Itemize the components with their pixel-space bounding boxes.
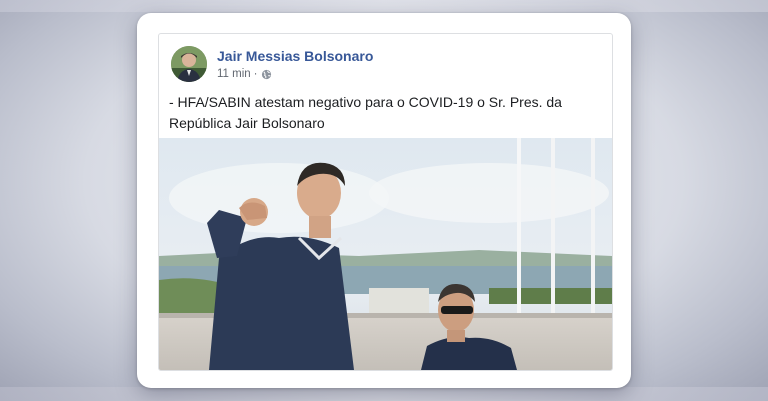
post-text: - HFA/SABIN atestam negativo para o COVI… [169, 94, 562, 131]
meta-separator: · [253, 68, 258, 80]
post-header: Jair Messias Bolsonaro 11 min · [169, 44, 602, 86]
background-top-band [0, 0, 768, 12]
globe-icon[interactable] [261, 69, 272, 80]
facebook-post: Jair Messias Bolsonaro 11 min · - HFA/SA… [158, 33, 613, 371]
background-bottom-band [0, 387, 768, 401]
post-timestamp[interactable]: 11 min [217, 68, 251, 80]
author-avatar[interactable] [171, 46, 207, 82]
post-meta: 11 min · [217, 68, 272, 80]
post-photo[interactable] [159, 138, 612, 370]
author-name[interactable]: Jair Messias Bolsonaro [217, 48, 373, 64]
